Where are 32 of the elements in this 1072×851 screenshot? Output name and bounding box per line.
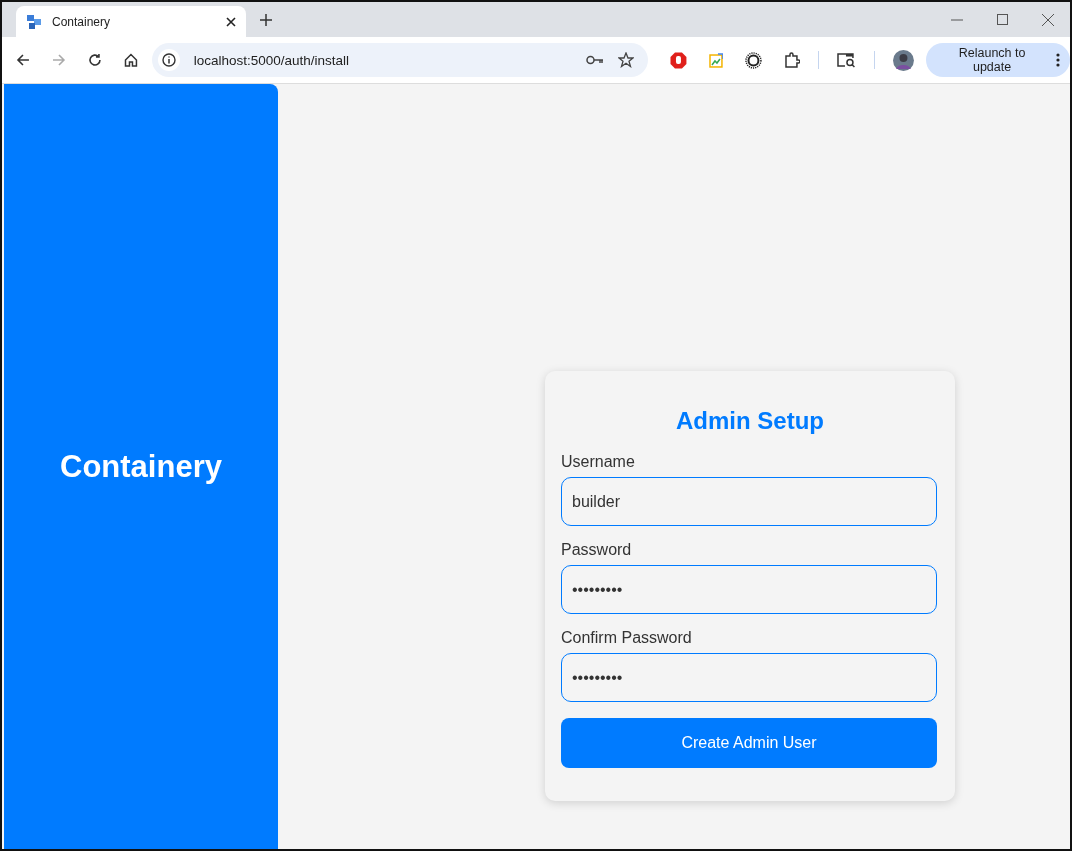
sun-icon[interactable] bbox=[745, 51, 763, 69]
address-bar[interactable]: localhost:5000/auth/install bbox=[151, 43, 648, 77]
url-text: localhost:5000/auth/install bbox=[193, 52, 351, 68]
stop-hand-icon[interactable] bbox=[669, 51, 687, 69]
field-label: Username bbox=[561, 453, 636, 471]
image-chart-icon[interactable] bbox=[708, 52, 724, 68]
close-tab-icon[interactable] bbox=[226, 16, 236, 27]
reload-icon[interactable] bbox=[87, 53, 102, 67]
relaunch-button[interactable]: Relaunch to update bbox=[926, 43, 1070, 77]
input-field[interactable]: builder bbox=[561, 477, 937, 526]
input-field[interactable]: ••••••••• bbox=[561, 653, 937, 702]
app-favicon-icon bbox=[26, 13, 42, 30]
close-icon[interactable] bbox=[1042, 13, 1054, 26]
new-tab-icon[interactable] bbox=[260, 13, 272, 26]
key-icon[interactable] bbox=[585, 55, 604, 65]
more-icon[interactable] bbox=[1056, 53, 1060, 67]
browser-tab[interactable]: Containery bbox=[16, 6, 246, 37]
puzzle-icon[interactable] bbox=[784, 52, 801, 68]
avatar-icon[interactable] bbox=[893, 49, 915, 71]
back-icon[interactable] bbox=[16, 53, 30, 67]
tab-title: Containery bbox=[52, 14, 112, 29]
info-icon[interactable] bbox=[157, 49, 180, 71]
maximize-icon[interactable] bbox=[997, 14, 1008, 25]
input-field[interactable]: ••••••••• bbox=[561, 565, 937, 614]
search-tab-icon[interactable] bbox=[837, 52, 857, 68]
brand-title: Containery bbox=[60, 448, 222, 485]
field-label: Password bbox=[561, 541, 633, 559]
home-icon[interactable] bbox=[123, 53, 138, 67]
field-label: Confirm Password bbox=[561, 629, 693, 647]
star-icon[interactable] bbox=[617, 52, 634, 68]
submit-button[interactable]: Create Admin User bbox=[561, 718, 937, 768]
form-title: Admin Setup bbox=[675, 407, 825, 435]
